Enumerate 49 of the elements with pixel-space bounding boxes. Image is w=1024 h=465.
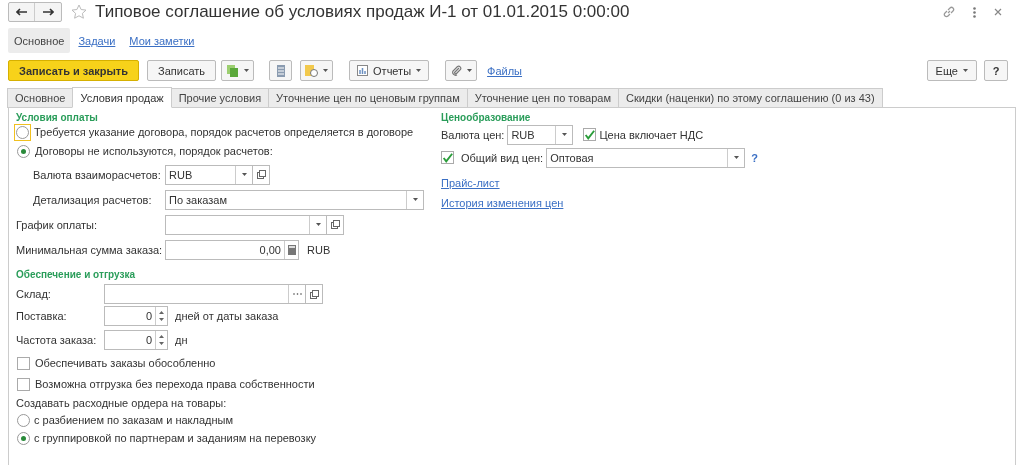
link[interactable]: История изменения цен [441, 196, 564, 210]
field-label: Минимальная сумма заказа: [16, 242, 164, 257]
field-label: Поставка: [16, 309, 68, 323]
field-label: Валюта цен: [441, 127, 505, 142]
input-field[interactable]: 0 [104, 306, 168, 326]
section-heading: Ценообразование [441, 111, 531, 125]
section-heading: Условия оплаты [16, 111, 98, 125]
input-field[interactable]: По заказам [165, 189, 424, 210]
save-button[interactable]: Записать [147, 60, 217, 81]
tab[interactable]: Прочие условия [170, 88, 270, 108]
checkbox-label: Возможна отгрузка без перехода права собственности [35, 377, 315, 391]
tab[interactable]: Уточнение цен по товарам [466, 88, 620, 108]
tab[interactable]: Условия продаж [72, 87, 172, 108]
checkbox-label: Цена включает НДС [599, 127, 704, 142]
radio-label: Требуется указание договора, порядок расчетов определяется в договоре [34, 125, 414, 139]
field-suffix: RUB [307, 242, 331, 257]
field-label: Валюта взаиморасчетов: [33, 167, 162, 182]
field-suffix: дн [175, 333, 188, 347]
reports-button[interactable]: Отчеты [349, 60, 430, 81]
field-label: График оплаты: [16, 217, 98, 232]
nav-tab[interactable]: Мои заметки [123, 28, 201, 53]
input-field[interactable]: Оптовая [546, 147, 746, 168]
radio-label: с группировкой по партнерам и заданиям на перевозку [34, 431, 317, 445]
tab[interactable]: Скидки (наценки) по этому соглашению (0 из 43) [618, 88, 883, 108]
orders-label: Создавать расходные ордера на товары: [16, 396, 227, 410]
help-button[interactable]: ? [984, 60, 1008, 81]
tab[interactable]: Уточнение цен по ценовым группам [268, 88, 468, 108]
input-field[interactable]: RUB [165, 164, 253, 185]
nav-tab[interactable]: Основное [8, 28, 71, 53]
window-title: Типовое соглашение об условиях продаж И-1 от 01.01.2015 0:00:00 [95, 5, 630, 19]
save-and-close-button[interactable]: Записать и закрыть [8, 60, 140, 81]
link[interactable]: Прайс-лист [441, 176, 500, 190]
radio-label: с разбиением по заказам и накладным [34, 413, 234, 427]
section-heading: Обеспечение и отгрузка [16, 268, 135, 282]
field-label: Общий вид цен: [461, 150, 544, 165]
field-suffix: дней от даты заказа [175, 309, 279, 323]
field-label: Склад: [16, 287, 52, 301]
field-label: Детализация расчетов: [33, 192, 153, 207]
input-field[interactable]: RUB [507, 124, 574, 145]
field-label: Частота заказа: [16, 333, 98, 347]
checkbox-label: Обеспечивать заказы обособленно [35, 356, 216, 370]
nav-tab[interactable]: Задачи [72, 28, 122, 53]
help-link[interactable]: ? [751, 150, 758, 165]
radio-label: Договоры не используются, порядок расчетов: [35, 144, 273, 158]
files-link[interactable]: Файлы [487, 63, 523, 78]
input-field[interactable]: 0,00 [165, 239, 299, 260]
more-button[interactable]: Еще [926, 60, 977, 81]
input-field[interactable]: 0 [104, 330, 168, 350]
tab[interactable]: Основное [7, 88, 74, 108]
